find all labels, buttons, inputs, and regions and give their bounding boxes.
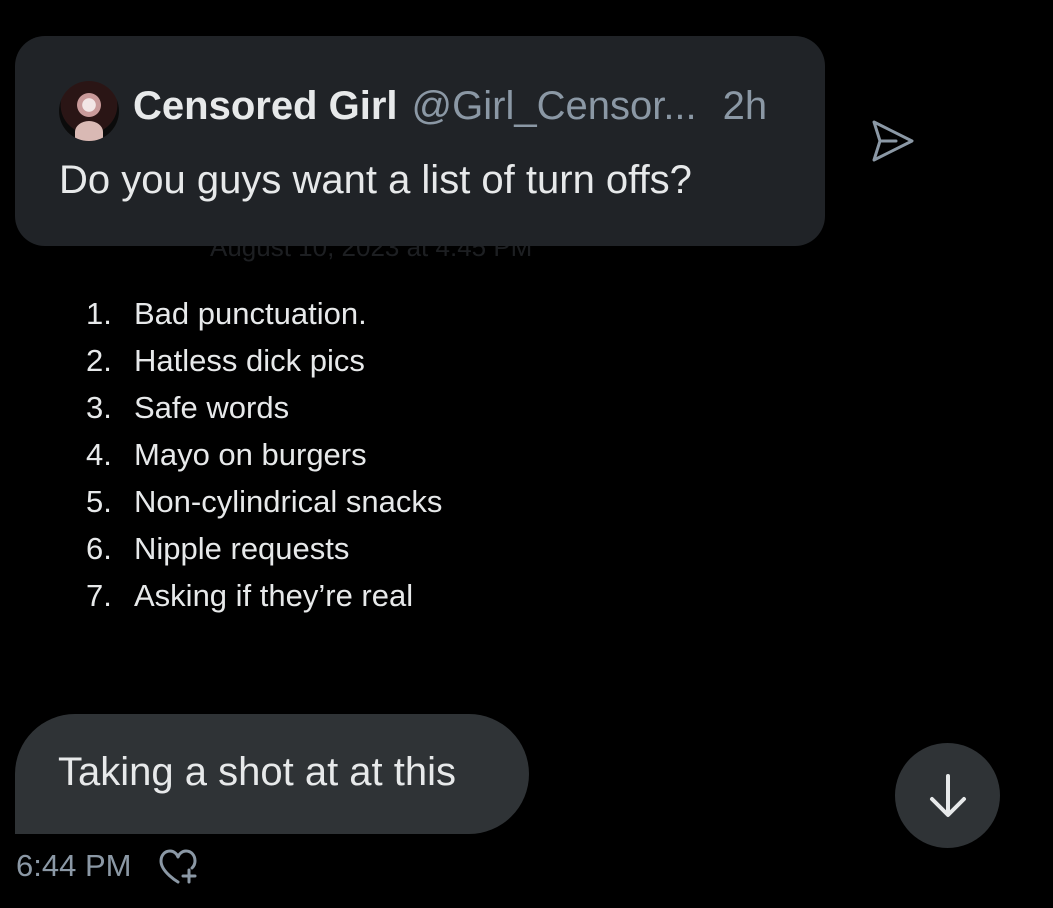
avatar-figure [75,121,103,141]
scroll-down-button[interactable] [895,743,1000,848]
list-number: 1. [86,296,112,331]
author-name[interactable]: Censored Girl [133,84,398,129]
list-number: 6. [86,531,112,566]
tweet-time: 2h [722,84,768,128]
arrow-down-icon [929,773,966,817]
heart-plus-icon[interactable] [158,848,200,886]
list-number: 3. [86,390,112,425]
list-number: 5. [86,484,112,519]
list-text: Non-cylindrical snacks [134,484,443,519]
list-item: 5. Non-cylindrical snacks [86,478,442,525]
turnoffs-list: 1. Bad punctuation. 2. Hatless dick pics… [86,290,442,619]
send-icon[interactable] [868,116,918,166]
list-text: Mayo on burgers [134,437,367,472]
list-item: 1. Bad punctuation. [86,290,442,337]
message-text: Taking a shot at at this [58,750,457,794]
list-text: Asking if they’re real [134,578,414,613]
list-item: 4. Mayo on burgers [86,431,442,478]
list-item: 7. Asking if they’re real [86,572,442,619]
list-number: 7. [86,578,112,613]
author-line: Censored Girl @Girl_Censor... 2h [133,84,767,132]
list-text: Nipple requests [134,531,350,566]
quoted-tweet-card[interactable]: Censored Girl @Girl_Censor... 2h Do you … [15,36,825,246]
list-text: Bad punctuation. [134,296,367,331]
list-item: 6. Nipple requests [86,525,442,572]
list-item: 2. Hatless dick pics [86,337,442,384]
obscured-date-text: August 10, 2023 at 4:45 PM [210,246,533,262]
message-timestamp: 6:44 PM [16,848,132,883]
message-bubble[interactable]: Taking a shot at at this [15,714,529,834]
author-handle: @Girl_Censor... [411,84,697,128]
quoted-tweet-text: Do you guys want a list of turn offs? [59,158,692,202]
list-number: 2. [86,343,112,378]
list-item: 3. Safe words [86,384,442,431]
list-text: Safe words [134,390,290,425]
list-text: Hatless dick pics [134,343,365,378]
list-number: 4. [86,437,112,472]
author-avatar[interactable] [59,81,119,141]
